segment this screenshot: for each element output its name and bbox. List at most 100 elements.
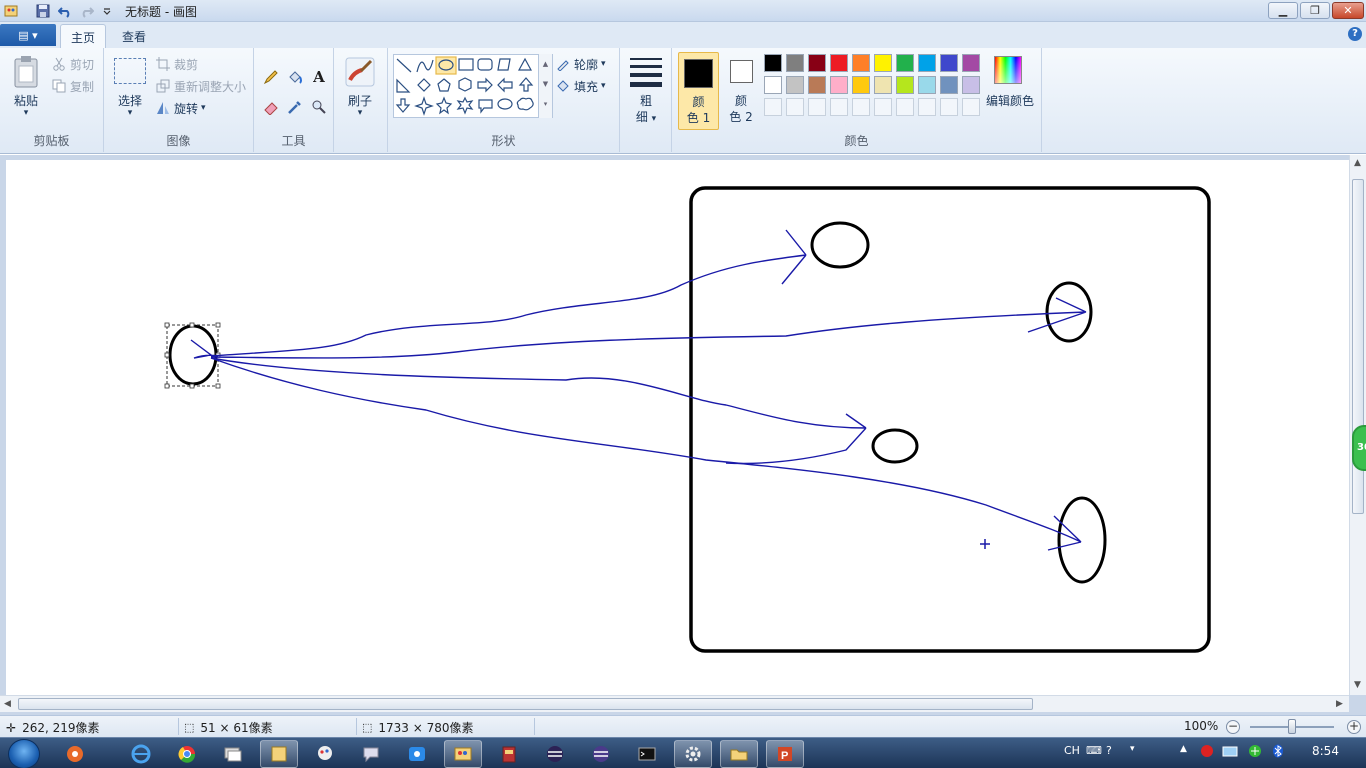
- palette-empty-swatch[interactable]: [808, 98, 826, 116]
- paste-icon[interactable]: [12, 54, 40, 88]
- crop-button[interactable]: 裁剪: [156, 54, 198, 74]
- color2-button[interactable]: 颜 色 2: [722, 52, 760, 130]
- minimize-button[interactable]: ▁: [1268, 2, 1298, 19]
- cut-button[interactable]: 剪切: [52, 54, 94, 74]
- customize-toolbar-icon[interactable]: [98, 2, 116, 19]
- help-tray-icon[interactable]: ?: [1106, 744, 1112, 757]
- text-tool-icon[interactable]: A: [308, 66, 330, 88]
- copy-button[interactable]: 复制: [52, 76, 94, 96]
- archive-app-icon[interactable]: [490, 740, 528, 768]
- powerpoint-running-icon[interactable]: P: [766, 740, 804, 768]
- select-button[interactable]: 选择: [112, 92, 148, 109]
- chat-app-icon[interactable]: [352, 740, 390, 768]
- palette-color-swatch[interactable]: [830, 76, 848, 94]
- select-icon[interactable]: [114, 58, 146, 84]
- palette-color-swatch[interactable]: [962, 76, 980, 94]
- palette-color-swatch[interactable]: [918, 76, 936, 94]
- edit-colors-icon[interactable]: [994, 56, 1022, 84]
- palette-empty-swatch[interactable]: [874, 98, 892, 116]
- palette-color-swatch[interactable]: [808, 54, 826, 72]
- tab-view[interactable]: 查看: [112, 24, 156, 48]
- paint-app-icon[interactable]: [2, 2, 20, 19]
- brushes-button[interactable]: 刷子: [340, 92, 380, 109]
- palette-color-swatch[interactable]: [896, 76, 914, 94]
- eclipse-icon[interactable]: [536, 740, 574, 768]
- palette-color-swatch[interactable]: [852, 54, 870, 72]
- command-prompt-icon[interactable]: [628, 740, 666, 768]
- file-explorer-running-icon[interactable]: [260, 740, 298, 768]
- record-tray-icon[interactable]: [1200, 744, 1214, 761]
- pencil-icon[interactable]: [260, 66, 282, 88]
- paint-menu-button[interactable]: ▤ ▾: [0, 24, 56, 46]
- color-picker-icon[interactable]: [284, 96, 306, 118]
- palette-empty-swatch[interactable]: [764, 98, 782, 116]
- redo-icon[interactable]: [78, 2, 96, 19]
- internet-explorer-icon[interactable]: [122, 740, 160, 768]
- scroll-right-icon[interactable]: ▶: [1336, 699, 1343, 709]
- show-hidden-icons[interactable]: ▲: [1180, 744, 1187, 754]
- tab-home[interactable]: 主页: [60, 24, 107, 48]
- horizontal-scrollbar[interactable]: ◀ ▶: [0, 695, 1349, 712]
- palette-color-swatch[interactable]: [852, 76, 870, 94]
- zoom-out-icon[interactable]: −: [1226, 720, 1240, 734]
- eraser-icon[interactable]: [260, 96, 282, 118]
- palette-color-swatch[interactable]: [874, 54, 892, 72]
- network-tray-icon[interactable]: [1222, 744, 1238, 761]
- line-size-icon[interactable]: [630, 58, 662, 88]
- palette-color-swatch[interactable]: [764, 76, 782, 94]
- security-tray-icon[interactable]: [1248, 744, 1262, 761]
- window-switcher-icon[interactable]: [214, 740, 252, 768]
- help-icon[interactable]: ?: [1348, 27, 1362, 41]
- palette-empty-swatch[interactable]: [918, 98, 936, 116]
- scroll-left-icon[interactable]: ◀: [4, 699, 11, 709]
- brush-icon[interactable]: [344, 56, 376, 88]
- palette-color-swatch[interactable]: [896, 54, 914, 72]
- media-app-icon[interactable]: [56, 740, 94, 768]
- scroll-down-icon[interactable]: ▼: [1354, 680, 1361, 690]
- palette-empty-swatch[interactable]: [786, 98, 804, 116]
- scroll-up-icon[interactable]: ▲: [1354, 158, 1361, 168]
- palette-empty-swatch[interactable]: [852, 98, 870, 116]
- horizontal-scroll-thumb[interactable]: [18, 698, 1033, 710]
- chrome-icon[interactable]: [168, 740, 206, 768]
- brushes-dropdown-icon[interactable]: ▾: [340, 108, 380, 118]
- resize-button[interactable]: 重新调整大小: [156, 76, 246, 96]
- palette-color-swatch[interactable]: [786, 76, 804, 94]
- palette-color-swatch[interactable]: [764, 54, 782, 72]
- size-label-line1[interactable]: 粗: [626, 92, 666, 109]
- outline-button[interactable]: 轮廓 ▾: [556, 54, 606, 74]
- language-indicator[interactable]: CH: [1064, 744, 1080, 757]
- palette-color-swatch[interactable]: [830, 54, 848, 72]
- palette-color-swatch[interactable]: [874, 76, 892, 94]
- paint-brush-app-icon[interactable]: [306, 740, 344, 768]
- drawing-canvas[interactable]: [6, 160, 1349, 695]
- palette-empty-swatch[interactable]: [896, 98, 914, 116]
- magnifier-icon[interactable]: [308, 96, 330, 118]
- paint-running-icon[interactable]: [444, 740, 482, 768]
- palette-color-swatch[interactable]: [962, 54, 980, 72]
- palette-color-swatch[interactable]: [940, 76, 958, 94]
- select-dropdown-icon[interactable]: ▾: [112, 108, 148, 118]
- clock[interactable]: 8:54: [1312, 744, 1339, 758]
- palette-color-swatch[interactable]: [786, 54, 804, 72]
- bluetooth-icon[interactable]: [1272, 744, 1284, 761]
- close-button[interactable]: ✕: [1332, 2, 1364, 19]
- palette-empty-swatch[interactable]: [940, 98, 958, 116]
- shapes-gallery-scroll[interactable]: ▲ ▼ ▾: [538, 54, 552, 118]
- maximize-button[interactable]: ❐: [1300, 2, 1330, 19]
- paste-dropdown-icon[interactable]: ▾: [8, 108, 44, 118]
- settings-running-icon[interactable]: [674, 740, 712, 768]
- palette-color-swatch[interactable]: [918, 54, 936, 72]
- rotate-button[interactable]: 旋转 ▾: [156, 98, 206, 118]
- zoom-in-icon[interactable]: +: [1347, 720, 1361, 734]
- palette-color-swatch[interactable]: [940, 54, 958, 72]
- palette-empty-swatch[interactable]: [830, 98, 848, 116]
- start-button[interactable]: [8, 739, 40, 768]
- side-floating-badge[interactable]: 30: [1352, 425, 1366, 471]
- color1-button[interactable]: 颜 色 1: [678, 52, 719, 130]
- edit-colors-button[interactable]: 编辑颜色: [982, 92, 1038, 109]
- save-icon[interactable]: [34, 2, 52, 19]
- fill-button[interactable]: 填充 ▾: [556, 76, 606, 96]
- fill-bucket-icon[interactable]: [284, 66, 306, 88]
- keyboard-icon[interactable]: ⌨: [1086, 744, 1102, 757]
